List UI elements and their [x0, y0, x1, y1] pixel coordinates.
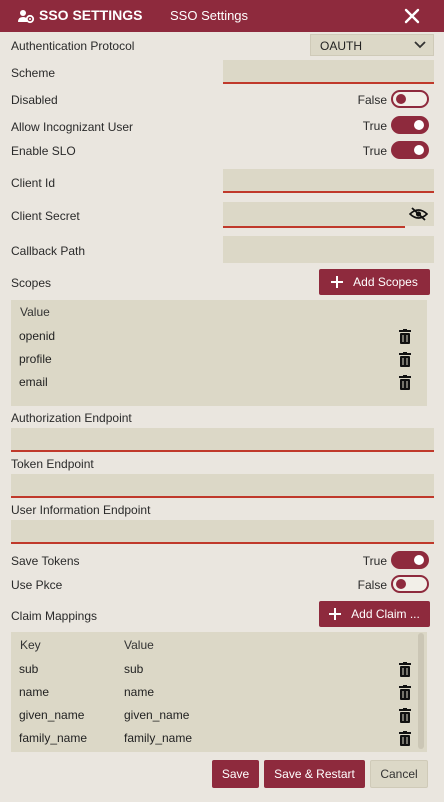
use-pkce-toggle[interactable] — [391, 575, 429, 593]
claim-key: family_name — [19, 731, 88, 745]
token-endpoint-label: Token Endpoint — [11, 457, 94, 471]
enable-slo-label: Enable SLO — [11, 144, 76, 158]
claim-value: given_name — [124, 708, 190, 722]
scope-row[interactable]: profile — [11, 348, 427, 371]
cancel-button[interactable]: Cancel — [370, 760, 428, 788]
claim-key: name — [19, 685, 50, 699]
claims-value-header: Value — [124, 638, 154, 652]
claim-key: sub — [19, 662, 39, 676]
save-tokens-value: True — [362, 554, 387, 568]
user-info-endpoint-input[interactable] — [11, 520, 434, 544]
trash-icon[interactable] — [399, 662, 411, 677]
trash-icon[interactable] — [399, 352, 411, 367]
scope-row[interactable]: openid — [11, 325, 427, 348]
claim-row[interactable]: name name — [11, 681, 427, 704]
toggle-knob — [396, 579, 406, 589]
eye-slash-icon[interactable] — [409, 207, 428, 221]
claim-row[interactable]: given_name given_name — [11, 704, 427, 727]
scheme-input[interactable] — [223, 60, 434, 84]
scope-value: profile — [19, 352, 52, 366]
scopes-label: Scopes — [11, 276, 52, 290]
client-id-label: Client Id — [11, 176, 56, 190]
trash-icon[interactable] — [399, 685, 411, 700]
claim-mappings-label: Claim Mappings — [11, 609, 98, 623]
scopes-value-header: Value — [20, 305, 50, 319]
claim-value: name — [124, 685, 155, 699]
client-secret-label: Client Secret — [11, 209, 80, 223]
claim-key: given_name — [19, 708, 85, 722]
trash-icon[interactable] — [399, 708, 411, 723]
auth-protocol-label: Authentication Protocol — [11, 39, 135, 53]
trash-icon[interactable] — [399, 329, 411, 344]
auth-protocol-value: OAUTH — [320, 39, 362, 53]
scheme-label: Scheme — [11, 66, 56, 80]
client-secret-underline — [223, 226, 405, 228]
allow-incognizant-toggle[interactable] — [391, 116, 429, 134]
toggle-knob — [414, 555, 424, 565]
claim-value: family_name — [124, 731, 193, 745]
dialog-header: SSO SETTINGS SSO Settings — [0, 0, 444, 32]
enable-slo-value: True — [362, 144, 387, 158]
save-restart-button[interactable]: Save & Restart — [264, 760, 365, 788]
users-gear-icon — [18, 10, 35, 24]
client-id-input[interactable] — [223, 169, 434, 193]
user-info-endpoint-label: User Information Endpoint — [11, 503, 151, 517]
scope-value: email — [19, 375, 48, 389]
save-restart-label: Save & Restart — [274, 767, 355, 781]
plus-icon — [331, 276, 344, 288]
claim-value: sub — [124, 662, 144, 676]
authorization-endpoint-input[interactable] — [11, 428, 434, 452]
chevron-down-icon — [414, 41, 426, 49]
callback-path-input[interactable] — [223, 236, 434, 263]
add-claim-button[interactable]: Add Claim ... — [319, 601, 430, 627]
dialog-subtitle: SSO Settings — [170, 8, 249, 23]
disabled-toggle[interactable] — [391, 90, 429, 108]
allow-incognizant-value: True — [362, 119, 387, 133]
scope-value: openid — [19, 329, 56, 343]
claims-key-header: Key — [20, 638, 41, 652]
dialog-title: SSO SETTINGS — [39, 7, 143, 23]
auth-protocol-select[interactable]: OAUTH — [310, 34, 434, 56]
client-secret-input[interactable] — [223, 202, 434, 228]
claim-row[interactable]: family_name family_name — [11, 727, 427, 750]
authorization-endpoint-label: Authorization Endpoint — [11, 411, 132, 425]
save-label: Save — [221, 767, 250, 781]
add-claim-label: Add Claim ... — [351, 607, 420, 621]
save-button[interactable]: Save — [212, 760, 259, 788]
claims-grid: Key Value sub sub name name given_name g… — [11, 632, 427, 752]
scope-row[interactable]: email — [11, 371, 427, 394]
use-pkce-value: False — [357, 578, 387, 592]
save-tokens-label: Save Tokens — [11, 554, 80, 568]
toggle-knob — [396, 94, 406, 104]
token-endpoint-input[interactable] — [11, 474, 434, 498]
trash-icon[interactable] — [399, 375, 411, 390]
callback-path-label: Callback Path — [11, 244, 86, 258]
plus-icon — [329, 608, 342, 620]
enable-slo-toggle[interactable] — [391, 141, 429, 159]
toggle-knob — [414, 120, 424, 130]
allow-incognizant-label: Allow Incognizant User — [11, 120, 134, 134]
add-scopes-label: Add Scopes — [353, 275, 418, 289]
cancel-label: Cancel — [380, 767, 418, 781]
trash-icon[interactable] — [399, 731, 411, 746]
close-icon[interactable] — [402, 6, 422, 26]
disabled-label: Disabled — [11, 93, 58, 107]
toggle-knob — [414, 145, 424, 155]
save-tokens-toggle[interactable] — [391, 551, 429, 569]
add-scopes-button[interactable]: Add Scopes — [319, 269, 430, 295]
claim-row[interactable]: sub sub — [11, 658, 427, 681]
disabled-value: False — [357, 93, 387, 107]
use-pkce-label: Use Pkce — [11, 578, 63, 592]
claims-scrollbar[interactable] — [418, 633, 424, 749]
scopes-grid: Value openid profile email — [11, 300, 427, 406]
